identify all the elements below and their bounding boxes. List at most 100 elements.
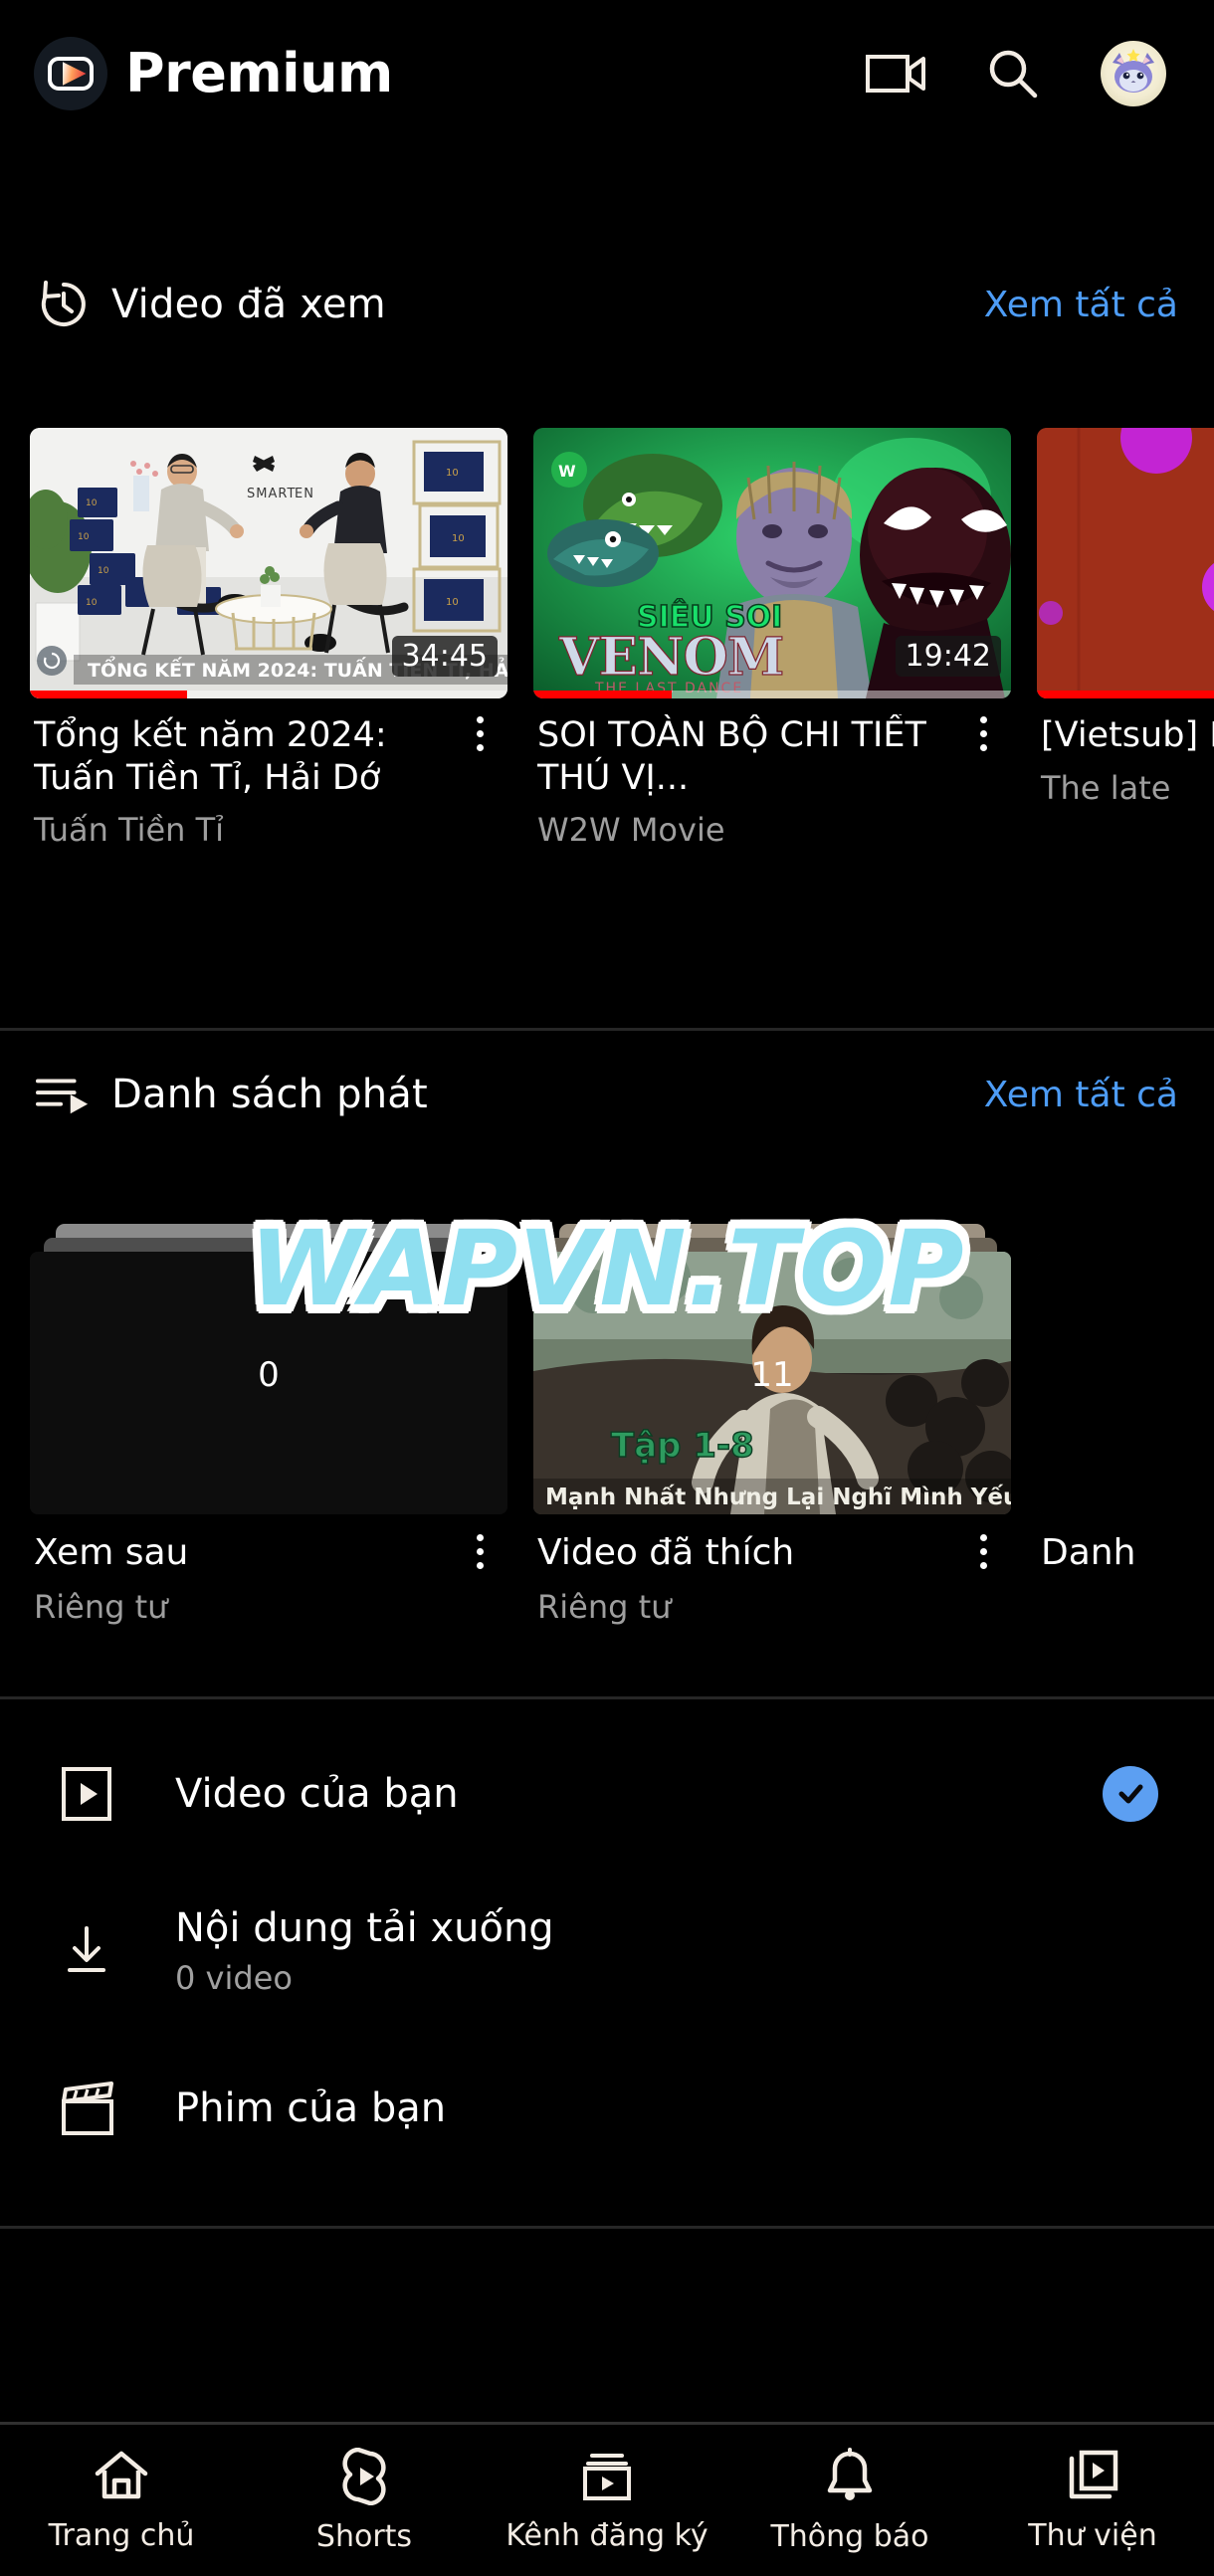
video-duration: 19:42: [895, 635, 1001, 677]
menu-item-text: Phim của bạn: [151, 2085, 1158, 2131]
playlist-title[interactable]: Xem sau: [34, 1532, 454, 1576]
svg-text:10: 10: [86, 598, 98, 608]
playlists-section-title: Danh sách phát: [111, 1072, 428, 1117]
video-card[interactable]: 10 10 10 10 10 10 10 SMART EN TỔNG KẾT N…: [30, 428, 507, 849]
kebab-menu-icon[interactable]: [957, 714, 1009, 799]
kebab-menu-icon[interactable]: [454, 714, 506, 799]
svg-text:SMART: SMART: [247, 487, 296, 501]
playlist-card[interactable]: Danh: [1037, 1224, 1214, 1626]
cast-video-icon[interactable]: [866, 53, 925, 95]
video-channel[interactable]: Tuấn Tiền Tỉ: [30, 811, 507, 849]
video-meta: Tổng kết năm 2024: Tuấn Tiền Tỉ, Hải Dớ: [30, 698, 507, 799]
youtube-premium-logo-icon: [34, 37, 107, 110]
svg-text:EN: EN: [295, 487, 314, 501]
video-title[interactable]: SOI TOÀN BỘ CHI TIẾT THÚ VỊ...: [537, 714, 957, 799]
subscriptions-icon: [578, 2449, 636, 2504]
menu-item-label: Video của bạn: [175, 1771, 459, 1817]
menu-item-label: Nội dung tải xuống: [175, 1905, 554, 1951]
nav-item-label: Thông báo: [770, 2518, 929, 2554]
nav-item-label: Trang chủ: [48, 2517, 195, 2553]
section-divider: [0, 1696, 1214, 1699]
library-menu-list: Video của bạn Nội dung tải xuống 0 video: [0, 1715, 1214, 2187]
playlist-privacy: Riêng tư: [537, 1588, 672, 1626]
playlists-section: Danh sách phát Xem tất cả 0 Xem sau Riên…: [0, 1047, 1214, 1626]
video-thumbnail[interactable]: SIÊU SOI VENOM THE LAST DANCE W 19:42: [533, 428, 1011, 698]
video-title[interactable]: Tổng kết năm 2024: Tuấn Tiền Tỉ, Hải Dớ: [34, 714, 454, 799]
playlist-card[interactable]: Tập 1-8 Mạnh Nhất Nhưng Lại Nghĩ Mình Yế…: [533, 1224, 1011, 1626]
video-card[interactable]: SIÊU SOI VENOM THE LAST DANCE W 19:42 SO…: [533, 428, 1011, 849]
kebab-menu-icon[interactable]: [454, 1532, 506, 1576]
menu-item-text: Video của bạn: [151, 1771, 1103, 1817]
clapperboard-icon: [56, 2078, 151, 2139]
svg-text:10: 10: [452, 533, 465, 544]
nav-item-subscriptions[interactable]: Kênh đăng ký: [486, 2449, 728, 2553]
playlist-thumbnail-stack[interactable]: [1037, 1224, 1214, 1514]
history-see-all-link[interactable]: Xem tất cả: [984, 285, 1178, 325]
video-duration: 34:45: [391, 635, 498, 677]
library-icon: [1064, 2449, 1121, 2504]
playlist-title[interactable]: Danh: [1041, 1532, 1214, 1573]
watch-progress-bar: [1037, 691, 1214, 698]
bottom-navigation-bar: Trang chủ Shorts Kênh đăng ký Thông báo …: [0, 2422, 1214, 2576]
download-icon: [56, 1920, 151, 1982]
your-videos-icon: [56, 1763, 151, 1825]
video-title[interactable]: [Vietsub] Rowan: [1041, 714, 1214, 757]
avatar[interactable]: [1101, 41, 1166, 106]
search-icon[interactable]: [985, 46, 1041, 101]
history-section-header: Video đã xem Xem tất cả: [0, 257, 1214, 352]
video-thumbnail[interactable]: 10 10 10 10 10 10 10 SMART EN TỔNG KẾT N…: [30, 428, 507, 698]
nav-item-label: Shorts: [315, 2518, 413, 2554]
svg-text:W: W: [558, 462, 576, 481]
menu-item-sublabel: 0 video: [175, 1959, 293, 1997]
nav-item-library[interactable]: Thư viện: [971, 2449, 1214, 2553]
playlist-title[interactable]: Video đã thích: [537, 1532, 957, 1576]
top-bar-actions: [866, 41, 1180, 106]
svg-text:10: 10: [86, 498, 98, 508]
history-section-title: Video đã xem: [111, 282, 386, 327]
video-thumbnail[interactable]: [1037, 428, 1214, 698]
video-channel[interactable]: The late: [1037, 769, 1214, 807]
brand-name: Premium: [125, 42, 393, 104]
video-card[interactable]: [Vietsub] Rowan The late: [1037, 428, 1214, 849]
svg-text:VENOM: VENOM: [558, 627, 783, 688]
playlist-meta: Danh: [1037, 1514, 1214, 1573]
playlist-video-count: 11: [750, 1354, 794, 1395]
history-section: Video đã xem Xem tất cả 10 10 10 10 10 1…: [0, 257, 1214, 849]
nav-item-label: Thư viện: [1028, 2517, 1157, 2553]
playlist-icon: [36, 1073, 92, 1116]
shorts-icon: [336, 2447, 392, 2505]
menu-item-your-movies[interactable]: Phim của bạn: [0, 2030, 1214, 2187]
playlist-video-count: 0: [258, 1354, 280, 1395]
svg-text:10: 10: [446, 597, 459, 608]
nav-item-shorts[interactable]: Shorts: [243, 2447, 486, 2554]
history-video-shelf[interactable]: 10 10 10 10 10 10 10 SMART EN TỔNG KẾT N…: [0, 428, 1214, 849]
video-meta: SOI TOÀN BỘ CHI TIẾT THÚ VỊ...: [533, 698, 1011, 799]
video-meta: [Vietsub] Rowan: [1037, 698, 1214, 757]
playlist-card[interactable]: 0 Xem sau Riêng tư: [30, 1224, 507, 1626]
section-divider: [0, 2226, 1214, 2229]
playlist-meta: Xem sau: [30, 1514, 507, 1576]
playlist-privacy: Riêng tư: [34, 1588, 168, 1626]
nav-item-notifications[interactable]: Thông báo: [728, 2447, 971, 2554]
svg-text:10: 10: [78, 532, 90, 542]
top-app-bar: Premium: [0, 0, 1214, 147]
bell-icon: [824, 2447, 876, 2505]
svg-text:10: 10: [446, 468, 459, 479]
menu-item-your-videos[interactable]: Video của bạn: [0, 1715, 1214, 1873]
brand-logo-group[interactable]: Premium: [34, 37, 393, 110]
verified-check-badge: [1103, 1766, 1158, 1822]
nav-item-home[interactable]: Trang chủ: [0, 2449, 243, 2553]
playlist-shelf[interactable]: 0 Xem sau Riêng tư Tập 1-8 Mạnh Nhất Như…: [0, 1224, 1214, 1626]
playlist-thumbnail-stack[interactable]: Tập 1-8 Mạnh Nhất Nhưng Lại Nghĩ Mình Yế…: [533, 1224, 1011, 1514]
nav-item-label: Kênh đăng ký: [506, 2517, 708, 2553]
playlist-thumbnail[interactable]: [1037, 1252, 1214, 1514]
menu-item-downloads[interactable]: Nội dung tải xuống 0 video: [0, 1873, 1214, 2030]
playlists-see-all-link[interactable]: Xem tất cả: [984, 1075, 1178, 1115]
kebab-menu-icon[interactable]: [957, 1532, 1009, 1576]
playlist-meta: Video đã thích: [533, 1514, 1011, 1576]
menu-item-text: Nội dung tải xuống 0 video: [151, 1905, 1158, 1997]
watch-progress-bar: [533, 691, 1011, 698]
svg-text:Mạnh Nhất Nhưng Lại Nghĩ Mình: Mạnh Nhất Nhưng Lại Nghĩ Mình Yếu: [545, 1484, 1011, 1510]
playlist-thumbnail-stack[interactable]: 0: [30, 1224, 507, 1514]
video-channel[interactable]: W2W Movie: [533, 811, 1011, 849]
